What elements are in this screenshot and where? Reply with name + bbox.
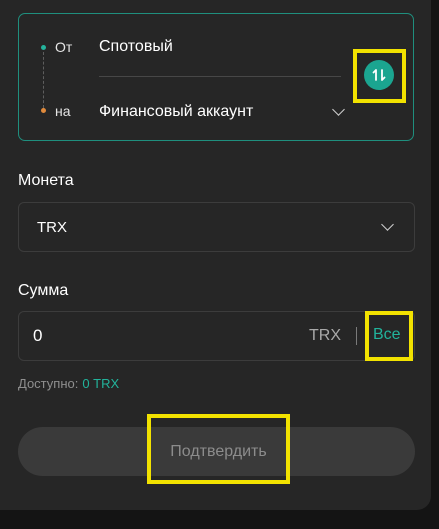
confirm-highlight-box [147, 414, 290, 484]
transfer-panel: От Спотовый на Финансовый аккаунт Монета… [0, 0, 431, 510]
to-tag: на [55, 103, 71, 119]
from-dot [41, 45, 46, 50]
swap-highlight-box [353, 49, 406, 103]
account-divider [99, 76, 341, 77]
chevron-down-icon [381, 218, 394, 231]
coin-select[interactable]: TRX [18, 202, 415, 252]
to-dot [41, 108, 46, 113]
amount-field: TRX [18, 311, 415, 361]
to-account: Финансовый аккаунт [99, 103, 254, 120]
to-account-select[interactable]: Финансовый аккаунт [99, 101, 345, 123]
amount-separator [356, 327, 357, 345]
coin-label: Монета [18, 172, 74, 189]
amount-label: Сумма [18, 282, 69, 299]
coin-value: TRX [37, 218, 67, 236]
amount-input[interactable] [33, 324, 233, 348]
route-line [43, 52, 44, 108]
amount-unit: TRX [309, 327, 341, 344]
from-account[interactable]: Спотовый [99, 38, 173, 56]
available-balance: Доступно: 0 TRX [18, 376, 119, 391]
from-tag: От [55, 39, 73, 55]
transfer-route-box: От Спотовый на Финансовый аккаунт [18, 13, 414, 141]
available-label: Доступно: [18, 376, 79, 391]
chevron-down-icon [332, 103, 345, 116]
available-value: 0 TRX [82, 376, 120, 391]
all-highlight-box [365, 311, 413, 361]
